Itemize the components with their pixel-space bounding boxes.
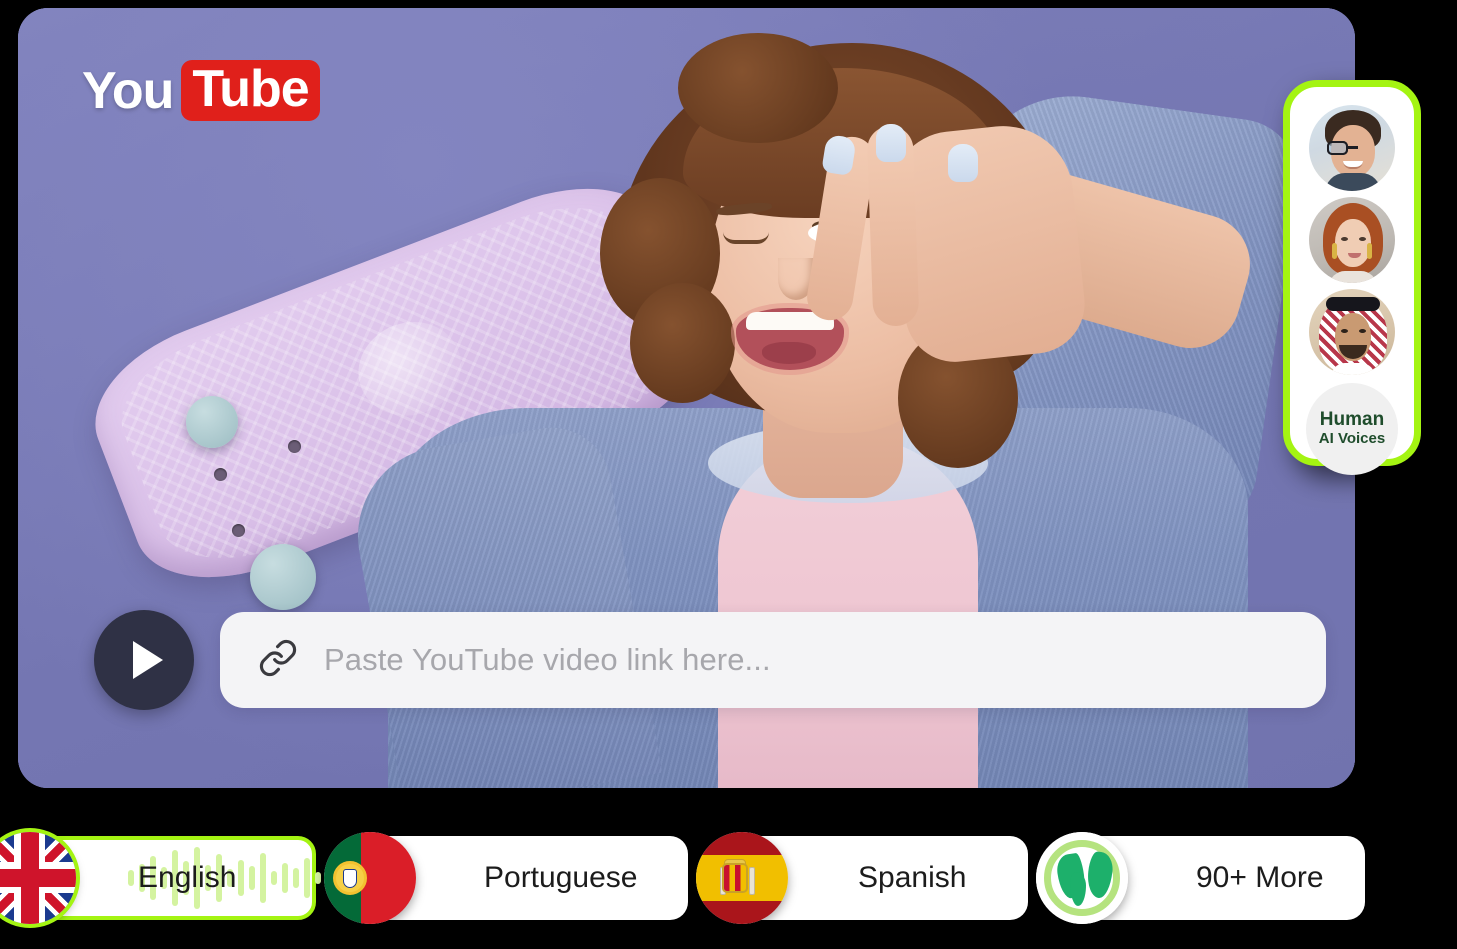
language-chip-spanish[interactable]: Spanish xyxy=(696,832,1028,924)
avatar-earring xyxy=(1332,243,1337,259)
avatar-eye xyxy=(1359,329,1366,333)
play-button[interactable] xyxy=(94,610,194,710)
youtube-logo: You Tube xyxy=(82,60,320,121)
skateboard-bolt xyxy=(288,440,301,453)
human-ai-voices-badge: Human AI Voices xyxy=(1306,383,1398,475)
avatar-body xyxy=(1329,271,1377,283)
language-chip-more[interactable]: 90+ More xyxy=(1036,832,1365,924)
language-chip-portuguese[interactable]: Portuguese xyxy=(324,832,688,924)
youtube-logo-tube-box: Tube xyxy=(181,60,320,121)
youtube-logo-you: You xyxy=(82,61,174,120)
language-chip-label: Spanish xyxy=(858,861,967,894)
avatar-woman-redhair[interactable] xyxy=(1309,197,1395,283)
avatar-eye xyxy=(1359,237,1366,241)
avatar-face xyxy=(1335,219,1371,267)
flag-united-kingdom xyxy=(0,832,76,924)
avatar-eye xyxy=(1341,237,1348,241)
tongue xyxy=(762,342,816,364)
language-chip-row: English Portuguese Spanish 90+ More xyxy=(0,832,1457,932)
glasses-icon xyxy=(1327,141,1379,155)
avatar-body xyxy=(1325,173,1381,191)
skateboard-wheel xyxy=(186,396,238,448)
screenshot-root: You Tube Paste YouTube video link here..… xyxy=(0,0,1457,949)
ai-voices-panel[interactable]: Human AI Voices xyxy=(1283,80,1421,475)
language-chip-label: English xyxy=(138,861,237,894)
globe-icon xyxy=(1036,832,1128,924)
human-ai-voices-line2: AI Voices xyxy=(1318,430,1386,448)
avatar-earring xyxy=(1367,243,1372,259)
human-ai-voices-line1: Human xyxy=(1319,408,1385,430)
video-preview-card: You Tube Paste YouTube video link here..… xyxy=(18,8,1355,788)
language-chip-label: 90+ More xyxy=(1196,861,1324,894)
avatar-man-keffiyeh[interactable] xyxy=(1309,289,1395,375)
youtube-logo-tube: Tube xyxy=(192,60,309,118)
hair-curl xyxy=(678,33,838,143)
play-triangle-icon xyxy=(133,641,163,679)
flag-portugal xyxy=(324,832,416,924)
agal-cord xyxy=(1326,297,1380,311)
flag-spain xyxy=(696,832,788,924)
language-chip-label: Portuguese xyxy=(484,861,638,894)
hand-peace-sign xyxy=(886,119,1090,367)
fingernail xyxy=(948,144,978,182)
link-icon xyxy=(258,638,298,683)
skateboard-wheel xyxy=(250,544,316,610)
avatar-man-glasses[interactable] xyxy=(1309,105,1395,191)
skateboard-bolt xyxy=(232,524,245,537)
youtube-link-placeholder: Paste YouTube video link here... xyxy=(324,642,771,677)
language-chip-english[interactable]: English xyxy=(0,832,343,924)
skateboard-bolt xyxy=(214,468,227,481)
avatar-eye xyxy=(1341,329,1348,333)
hair-curl xyxy=(630,283,735,403)
youtube-link-input[interactable]: Paste YouTube video link here... xyxy=(220,612,1326,708)
avatar-body xyxy=(1331,363,1375,375)
eye-winking xyxy=(723,232,769,244)
fingernail xyxy=(876,124,906,162)
